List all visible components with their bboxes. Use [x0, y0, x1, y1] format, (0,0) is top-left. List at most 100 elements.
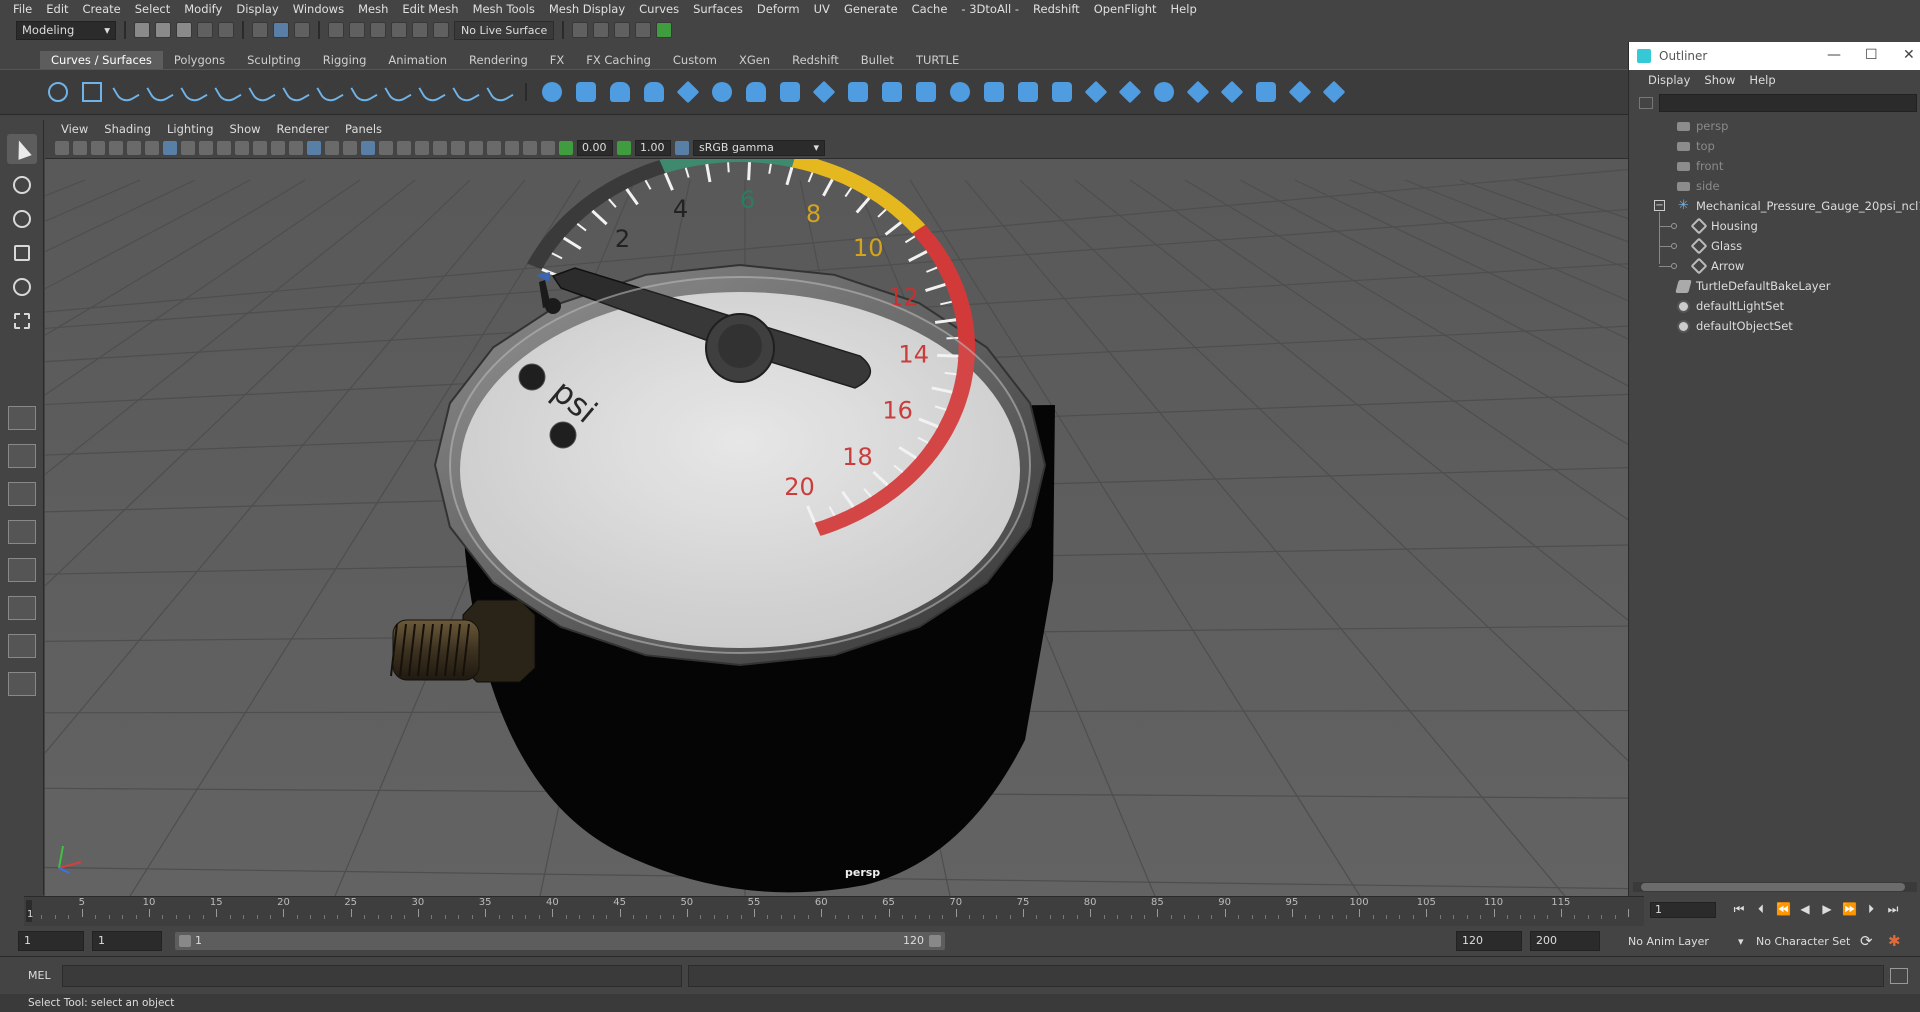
select-object-icon[interactable] [273, 22, 289, 38]
scrollbar-thumb[interactable] [1641, 883, 1905, 891]
image-plane-icon[interactable] [109, 140, 123, 155]
offset-curve-icon[interactable] [418, 78, 446, 106]
mel-input[interactable] [62, 965, 682, 987]
snap-point-icon[interactable] [370, 22, 386, 38]
xray-active-icon[interactable] [523, 140, 537, 155]
step-forward-frame-icon[interactable]: ⏵ [1864, 902, 1878, 916]
menu-create[interactable]: Create [76, 2, 128, 16]
menu-surfaces[interactable]: Surfaces [686, 2, 750, 16]
menu-openflight[interactable]: OpenFlight [1087, 2, 1164, 16]
hypershade-icon[interactable] [656, 22, 673, 38]
nurbs-circle-icon[interactable] [46, 80, 70, 104]
outliner-menu-help[interactable]: Help [1742, 73, 1782, 87]
open-scene-icon[interactable] [155, 22, 171, 38]
outliner-item-front[interactable]: front [1629, 156, 1920, 176]
hypershade-layout-button[interactable] [8, 558, 36, 582]
bookmark-icon[interactable] [91, 140, 105, 155]
color-management-icon[interactable] [675, 140, 689, 155]
open-close-icon[interactable] [1254, 80, 1278, 104]
arc-icon[interactable] [214, 78, 242, 106]
viewport-menu-show[interactable]: Show [222, 122, 269, 136]
lasso-tool-button[interactable] [7, 170, 37, 200]
use-lights-icon[interactable] [379, 140, 393, 155]
menu-uv[interactable]: UV [807, 2, 837, 16]
scale-tool-button[interactable] [7, 306, 37, 336]
bevel-plus-icon[interactable] [914, 80, 938, 104]
close-icon[interactable]: ✕ [1903, 47, 1915, 63]
menu-deform[interactable]: Deform [750, 2, 807, 16]
planar-icon[interactable] [812, 80, 836, 104]
menu-cache[interactable]: Cache [905, 2, 955, 16]
detach-curves-icon[interactable] [316, 78, 344, 106]
viewport-menu-shading[interactable]: Shading [96, 122, 159, 136]
four-view-layout-button[interactable] [8, 444, 36, 468]
align-surfaces-icon[interactable] [1220, 80, 1244, 104]
nurbs-cone-icon[interactable] [642, 80, 666, 104]
field-chart-icon[interactable] [235, 140, 249, 155]
extrude-icon[interactable] [846, 80, 870, 104]
character-set-dropdown[interactable]: No Character Set [1756, 935, 1850, 948]
insert-isoparm-icon[interactable] [1118, 80, 1142, 104]
motion-blur-icon[interactable] [433, 140, 447, 155]
shelf-tab-fx-caching[interactable]: FX Caching [575, 51, 662, 69]
animation-end-field[interactable]: 200 [1530, 931, 1600, 951]
shaded-wireframe-icon[interactable] [343, 140, 357, 155]
outliner-search-input[interactable] [1659, 94, 1917, 112]
default-material-icon[interactable] [325, 140, 339, 155]
resolution-gate-icon[interactable] [199, 140, 213, 155]
snap-view-plane-icon[interactable] [412, 22, 428, 38]
view-transform-dropdown[interactable]: sRGB gamma ▾ [693, 139, 825, 156]
play-backwards-icon[interactable]: ◀ [1798, 902, 1812, 916]
nurbs-square-icon[interactable] [80, 80, 104, 104]
safe-title-icon[interactable] [271, 140, 285, 155]
outliner-item-side[interactable]: side [1629, 176, 1920, 196]
playback-start-field[interactable]: 1 [92, 931, 162, 951]
custom-layout-button[interactable] [8, 634, 36, 658]
range-start-handle[interactable] [179, 935, 191, 947]
viewport-menu-panels[interactable]: Panels [337, 122, 390, 136]
menu-edit[interactable]: Edit [39, 2, 75, 16]
menu-file[interactable]: File [6, 2, 39, 16]
grease-pencil-icon[interactable] [145, 140, 159, 155]
outliner-item-defaultlightset[interactable]: defaultLightSet [1629, 296, 1920, 316]
outliner-item-glass[interactable]: Glass [1629, 236, 1920, 256]
render-view-icon[interactable] [572, 22, 589, 38]
snap-curve-icon[interactable] [349, 22, 365, 38]
menu-modify[interactable]: Modify [177, 2, 229, 16]
outliner-horizontal-scrollbar[interactable] [1633, 882, 1917, 892]
viewport-menu-lighting[interactable]: Lighting [159, 122, 221, 136]
shelf-tab-rigging[interactable]: Rigging [312, 51, 378, 69]
shelf-tab-custom[interactable]: Custom [662, 51, 728, 69]
nurbs-torus-icon[interactable] [710, 80, 734, 104]
wireframe-icon[interactable] [289, 140, 303, 155]
outliner-item-defaultobjectset[interactable]: defaultObjectSet [1629, 316, 1920, 336]
detach-surfaces-icon[interactable] [1186, 80, 1210, 104]
screen-space-ao-icon[interactable] [415, 140, 429, 155]
select-tool-button[interactable] [7, 134, 37, 164]
outliner-item-turtledefaultbakelayer[interactable]: TurtleDefaultBakeLayer [1629, 276, 1920, 296]
persp-graph-layout-button[interactable] [8, 520, 36, 544]
shelf-tab-animation[interactable]: Animation [377, 51, 458, 69]
move-tool-button[interactable] [7, 238, 37, 268]
xray-icon[interactable] [505, 140, 519, 155]
rotate-tool-button[interactable] [7, 272, 37, 302]
animation-preferences-icon[interactable]: ✱ [1888, 932, 1901, 950]
step-back-frame-icon[interactable]: ⏴ [1754, 902, 1768, 916]
single-view-layout-button[interactable] [8, 406, 36, 430]
nurbs-plane-icon[interactable] [676, 80, 700, 104]
menu-mesh[interactable]: Mesh [351, 2, 395, 16]
playback-end-field[interactable]: 120 [1456, 931, 1522, 951]
menu-select[interactable]: Select [128, 2, 177, 16]
snap-grid-icon[interactable] [328, 22, 344, 38]
outliner-item-housing[interactable]: Housing [1629, 216, 1920, 236]
range-track[interactable]: 1 120 [175, 932, 945, 950]
layout-more-button[interactable] [8, 672, 36, 696]
step-forward-key-icon[interactable]: ⏩ [1842, 902, 1857, 916]
select-component-icon[interactable] [294, 22, 310, 38]
viewport-scene[interactable]: 24 6 8101214161820 psi [45, 120, 1628, 896]
gamma-field[interactable]: 1.00 [635, 139, 671, 156]
menu-redshift[interactable]: Redshift [1026, 2, 1087, 16]
viewport-menu-view[interactable]: View [53, 122, 96, 136]
untrim-icon[interactable] [1050, 80, 1074, 104]
camera-attributes-icon[interactable] [73, 140, 87, 155]
